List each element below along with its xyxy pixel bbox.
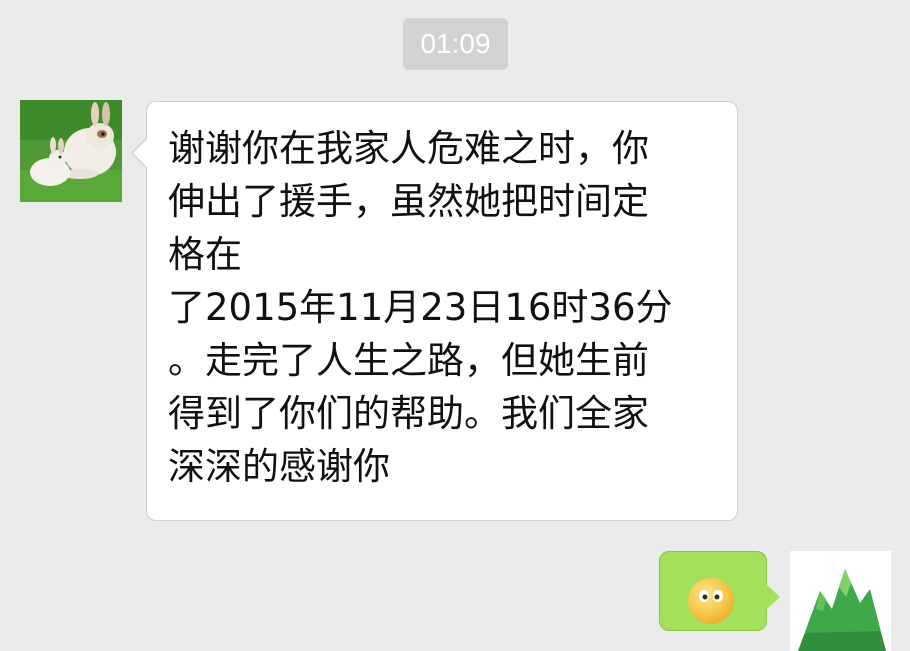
message-line: 伸出了援手，虽然她把时间定 (168, 180, 649, 223)
green-mountain-icon (790, 551, 891, 651)
timestamp-pill: 01:09 (403, 18, 508, 70)
sender-avatar[interactable] (20, 100, 122, 202)
own-avatar[interactable] (790, 551, 891, 651)
message-line: 谢谢你在我家人危难之时，你 (168, 127, 649, 170)
incoming-message-bubble[interactable]: 谢谢你在我家人危难之时，你 伸出了援手，虽然她把时间定 格在 了2015年11月… (146, 101, 738, 521)
rabbit-photo-icon (20, 100, 122, 202)
message-line: 格在 (168, 233, 242, 276)
incoming-bubble-tail (133, 139, 147, 167)
incoming-message-text: 谢谢你在我家人危难之时，你 伸出了援手，虽然她把时间定 格在 了2015年11月… (168, 122, 697, 493)
emoji-face-icon (688, 578, 734, 624)
message-line: 深深的感谢你 (168, 445, 390, 488)
message-line: 得到了你们的帮助。我们全家 (168, 392, 649, 435)
message-line: 了2015年11月23日16时36分 (168, 286, 673, 329)
message-line: 。走完了人生之路，但她生前 (168, 339, 649, 382)
outgoing-bubble-tail (766, 584, 780, 610)
outgoing-message-bubble[interactable] (659, 551, 767, 631)
emoji-eyes-icon (699, 590, 723, 602)
